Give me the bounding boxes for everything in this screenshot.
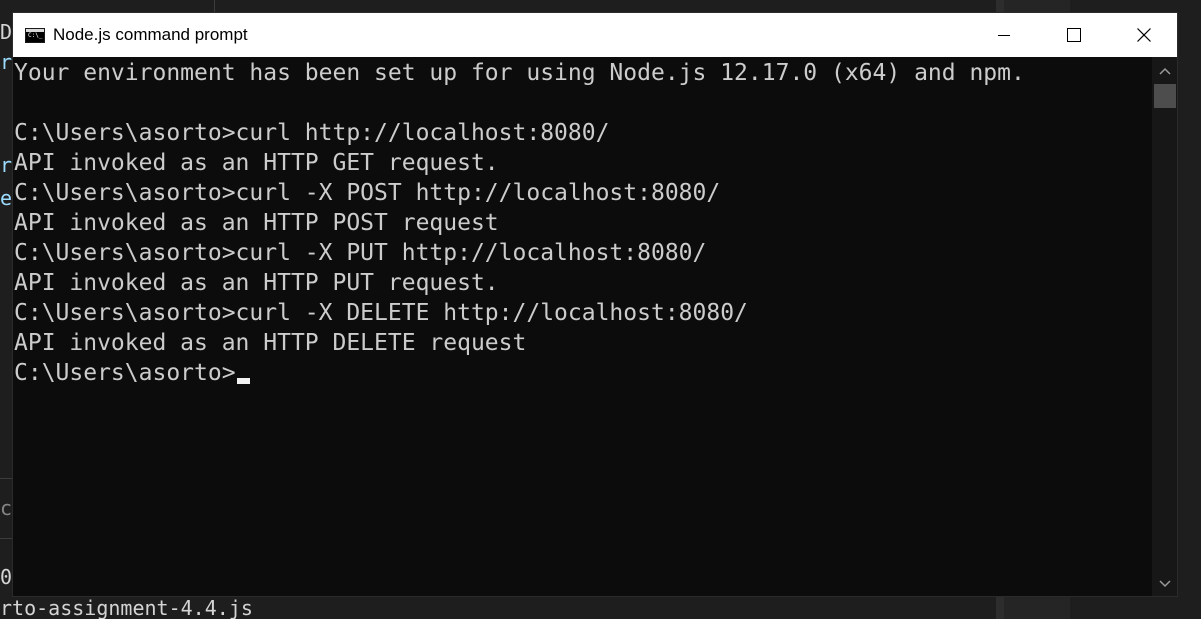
background-file-name: rto-assignment-4.4.js [0, 596, 253, 619]
background-minimap [1004, 597, 1070, 619]
console-lines: Your environment has been set up for usi… [14, 58, 1025, 388]
scroll-up-button[interactable] [1152, 59, 1177, 83]
screen: D· re rp ec c 0. rto-assignment-4.4.js C… [0, 0, 1201, 619]
background-separator [0, 538, 12, 539]
command-prompt-line[interactable]: C:\Users\asorto> [14, 358, 1025, 388]
console-line: Your environment has been set up for usi… [14, 60, 1025, 86]
background-code-fragment: c [0, 496, 13, 520]
scroll-down-button[interactable] [1152, 572, 1177, 596]
background-panel-edge [996, 597, 1004, 619]
console-line: API invoked as an HTTP DELETE request [14, 330, 527, 356]
maximize-button[interactable] [1039, 13, 1109, 57]
console-line: C:\Users\asorto>curl http://localhost:80… [14, 120, 610, 146]
vertical-scrollbar[interactable] [1152, 57, 1177, 596]
console-app-icon-label: C:\_ [28, 32, 43, 39]
background-separator [0, 478, 12, 479]
chevron-down-icon [1158, 580, 1171, 588]
background-divider [214, 0, 215, 12]
console-line: C:\Users\asorto>curl -X DELETE http://lo… [14, 300, 748, 326]
maximize-icon [1067, 28, 1081, 42]
text-cursor [236, 378, 250, 384]
minimize-icon [998, 35, 1010, 36]
console-window[interactable]: C:\_ Node.js command prompt Your environ… [12, 12, 1178, 597]
title-bar[interactable]: C:\_ Node.js command prompt [13, 13, 1177, 57]
console-line: API invoked as an HTTP POST request [14, 210, 499, 236]
window-title: Node.js command prompt [53, 25, 248, 44]
close-button[interactable] [1109, 13, 1179, 57]
console-line: C:\Users\asorto>curl -X POST http://loca… [14, 180, 721, 206]
console-app-icon[interactable]: C:\_ [25, 28, 45, 43]
command-prompt: C:\Users\asorto> [14, 360, 236, 386]
scroll-thumb[interactable] [1154, 84, 1176, 108]
console-line: API invoked as an HTTP PUT request. [14, 270, 499, 296]
chevron-up-icon [1158, 67, 1171, 75]
background-panel [1070, 0, 1201, 12]
minimize-button[interactable] [969, 13, 1039, 57]
console-output[interactable]: Your environment has been set up for usi… [13, 57, 1152, 596]
background-panel-edge [996, 0, 1004, 12]
console-line: API invoked as an HTTP GET request. [14, 150, 499, 176]
console-line: C:\Users\asorto>curl -X PUT http://local… [14, 240, 707, 266]
background-minimap [1004, 0, 1070, 12]
close-icon [1137, 28, 1151, 42]
